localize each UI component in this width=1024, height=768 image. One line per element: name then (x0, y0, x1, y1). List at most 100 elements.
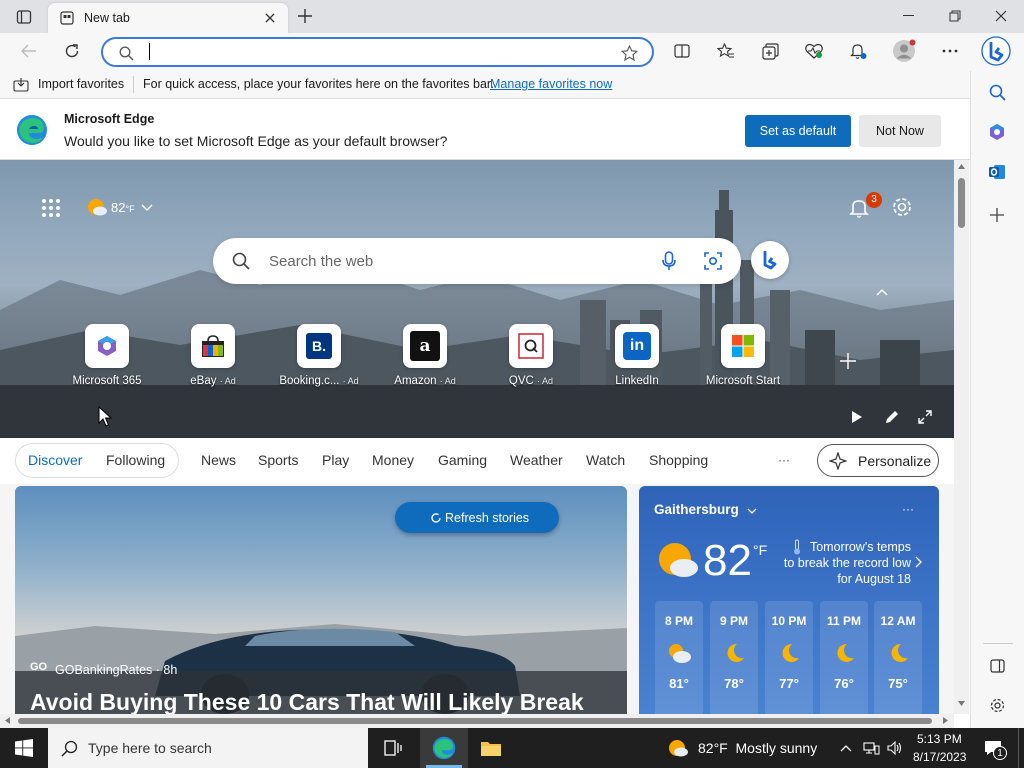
moon-icon (722, 642, 746, 664)
weather-more-button[interactable]: ··· (902, 502, 914, 516)
favorites-bar: Import favorites For quick access, place… (0, 71, 970, 99)
action-center-badge: 1 (993, 746, 1007, 760)
restore-button[interactable] (944, 5, 966, 27)
not-now-button[interactable]: Not Now (859, 115, 941, 147)
chevron-down-icon[interactable] (745, 505, 759, 517)
network-icon[interactable] (862, 740, 880, 756)
taskbar-sunny-icon[interactable] (666, 736, 690, 760)
close-window-button[interactable] (990, 5, 1012, 27)
set-as-default-button[interactable]: Set as default (745, 115, 851, 147)
minimize-button[interactable] (898, 5, 920, 27)
sunny-icon (657, 541, 699, 581)
web-search-box[interactable]: Search the web (213, 238, 741, 284)
quick-link-qvc[interactable] (509, 324, 553, 368)
play-background-icon[interactable] (848, 408, 866, 426)
tab-shopping[interactable]: Shopping (649, 452, 708, 468)
story-headline[interactable]: Avoid Buying These 10 Cars That Will Lik… (30, 689, 584, 714)
manage-favorites-link[interactable]: Manage favorites now (490, 77, 612, 91)
horizontal-scroll-thumb[interactable] (18, 718, 932, 724)
refresh-stories-button[interactable]: Refresh stories (395, 502, 559, 533)
hero-weather-widget[interactable]: 82°F (86, 196, 160, 218)
sidebar-settings-icon[interactable] (986, 694, 1008, 716)
weather-temp: 82 (703, 536, 752, 585)
weather-record-note[interactable]: Tomorrow's temps to break the record low… (777, 539, 911, 587)
tab-gaming[interactable]: Gaming (438, 452, 487, 468)
collapse-chevron-up-icon[interactable] (873, 285, 891, 299)
taskbar-search-box[interactable]: Type here to search (48, 728, 368, 768)
voice-search-mic-icon[interactable] (658, 250, 680, 272)
tab-following[interactable]: Following (106, 452, 165, 468)
task-view-icon[interactable] (381, 736, 405, 760)
close-tab-icon[interactable] (262, 10, 278, 26)
bing-chat-button[interactable] (751, 241, 789, 279)
hourly-forecast-item: 8 PM 81° (655, 601, 703, 721)
clock-date[interactable]: 8/17/2023 (913, 750, 966, 764)
clock-time[interactable]: 5:13 PM (917, 732, 962, 746)
quick-link-booking[interactable]: B. (297, 324, 341, 368)
favorites-icon[interactable] (715, 40, 737, 62)
featured-story-card[interactable]: Refresh stories GO GOBankingRates · 8h A… (15, 486, 627, 714)
outlook-sidebar-icon[interactable] (986, 161, 1008, 183)
taskbar-weather[interactable]: 82°F Mostly sunny (698, 740, 817, 756)
tab-watch[interactable]: Watch (586, 452, 625, 468)
split-screen-icon[interactable] (671, 40, 693, 62)
feed-more-button[interactable]: ··· (778, 453, 790, 467)
tab-play[interactable]: Play (322, 452, 349, 468)
tab-sports[interactable]: Sports (258, 452, 298, 468)
quick-link-linkedin[interactable]: in (615, 324, 659, 368)
collections-icon[interactable] (759, 40, 781, 62)
search-icon (117, 44, 135, 62)
add-favorite-star-icon[interactable] (619, 43, 639, 63)
address-bar[interactable] (101, 37, 654, 67)
profile-avatar[interactable] (892, 39, 916, 63)
new-tab-button[interactable] (294, 5, 316, 27)
quick-link-ebay[interactable] (191, 324, 235, 368)
settings-more-icon[interactable] (939, 40, 961, 62)
chevron-right-icon[interactable] (913, 555, 923, 569)
mouse-cursor (98, 406, 114, 428)
vertical-scrollbar[interactable] (954, 160, 969, 714)
start-button[interactable] (0, 728, 48, 768)
back-button[interactable] (18, 40, 40, 62)
tab-new-tab[interactable]: New tab (48, 3, 288, 33)
booking-logo-icon: B. (306, 333, 332, 359)
copilot-icon[interactable] (981, 36, 1011, 66)
tab-discover[interactable]: Discover (28, 452, 82, 468)
hero-notification-badge: 3 (866, 192, 882, 208)
web-search-input[interactable]: Search the web (269, 253, 373, 270)
show-desktop-button[interactable] (1018, 728, 1024, 768)
moon-icon (886, 642, 910, 664)
import-favorites-button[interactable]: Import favorites (38, 77, 124, 91)
notifications-icon[interactable] (847, 40, 869, 62)
vertical-scroll-thumb[interactable] (958, 178, 965, 228)
add-sidebar-app-icon[interactable] (986, 204, 1008, 226)
show-hidden-icons-chevron-up-icon[interactable] (838, 740, 854, 756)
add-quick-link-icon[interactable] (838, 351, 858, 371)
edit-background-icon[interactable] (882, 408, 900, 426)
taskbar-search-input[interactable]: Type here to search (88, 740, 212, 756)
weather-location[interactable]: Gaithersburg (654, 502, 739, 517)
hide-sidebar-icon[interactable] (986, 655, 1008, 677)
apps-grid-icon[interactable] (40, 197, 62, 219)
microsoft-365-sidebar-icon[interactable] (986, 121, 1008, 143)
browser-essentials-icon[interactable] (803, 40, 825, 62)
horizontal-scrollbar[interactable] (0, 714, 954, 728)
taskbar-edge-app[interactable] (420, 728, 468, 768)
file-explorer-icon[interactable] (478, 736, 504, 760)
expand-background-icon[interactable] (916, 408, 934, 426)
tab-news[interactable]: News (201, 452, 236, 468)
page-settings-gear-icon[interactable] (890, 195, 914, 219)
quick-link-label: Booking.c... · Ad (279, 375, 359, 387)
quick-link-microsoft-start[interactable] (721, 324, 765, 368)
quick-link-microsoft-365[interactable] (85, 324, 129, 368)
search-sidebar-icon[interactable] (986, 81, 1008, 103)
story-source: GOBankingRates · 8h (55, 663, 178, 677)
tab-weather[interactable]: Weather (510, 452, 563, 468)
refresh-button[interactable] (61, 40, 83, 62)
visual-search-camera-icon[interactable] (702, 250, 724, 272)
quick-link-amazon[interactable]: a (403, 324, 447, 368)
personalize-button[interactable]: Personalize (817, 444, 939, 477)
volume-icon[interactable] (886, 740, 904, 756)
tab-actions-icon[interactable] (12, 7, 36, 27)
tab-money[interactable]: Money (372, 452, 414, 468)
